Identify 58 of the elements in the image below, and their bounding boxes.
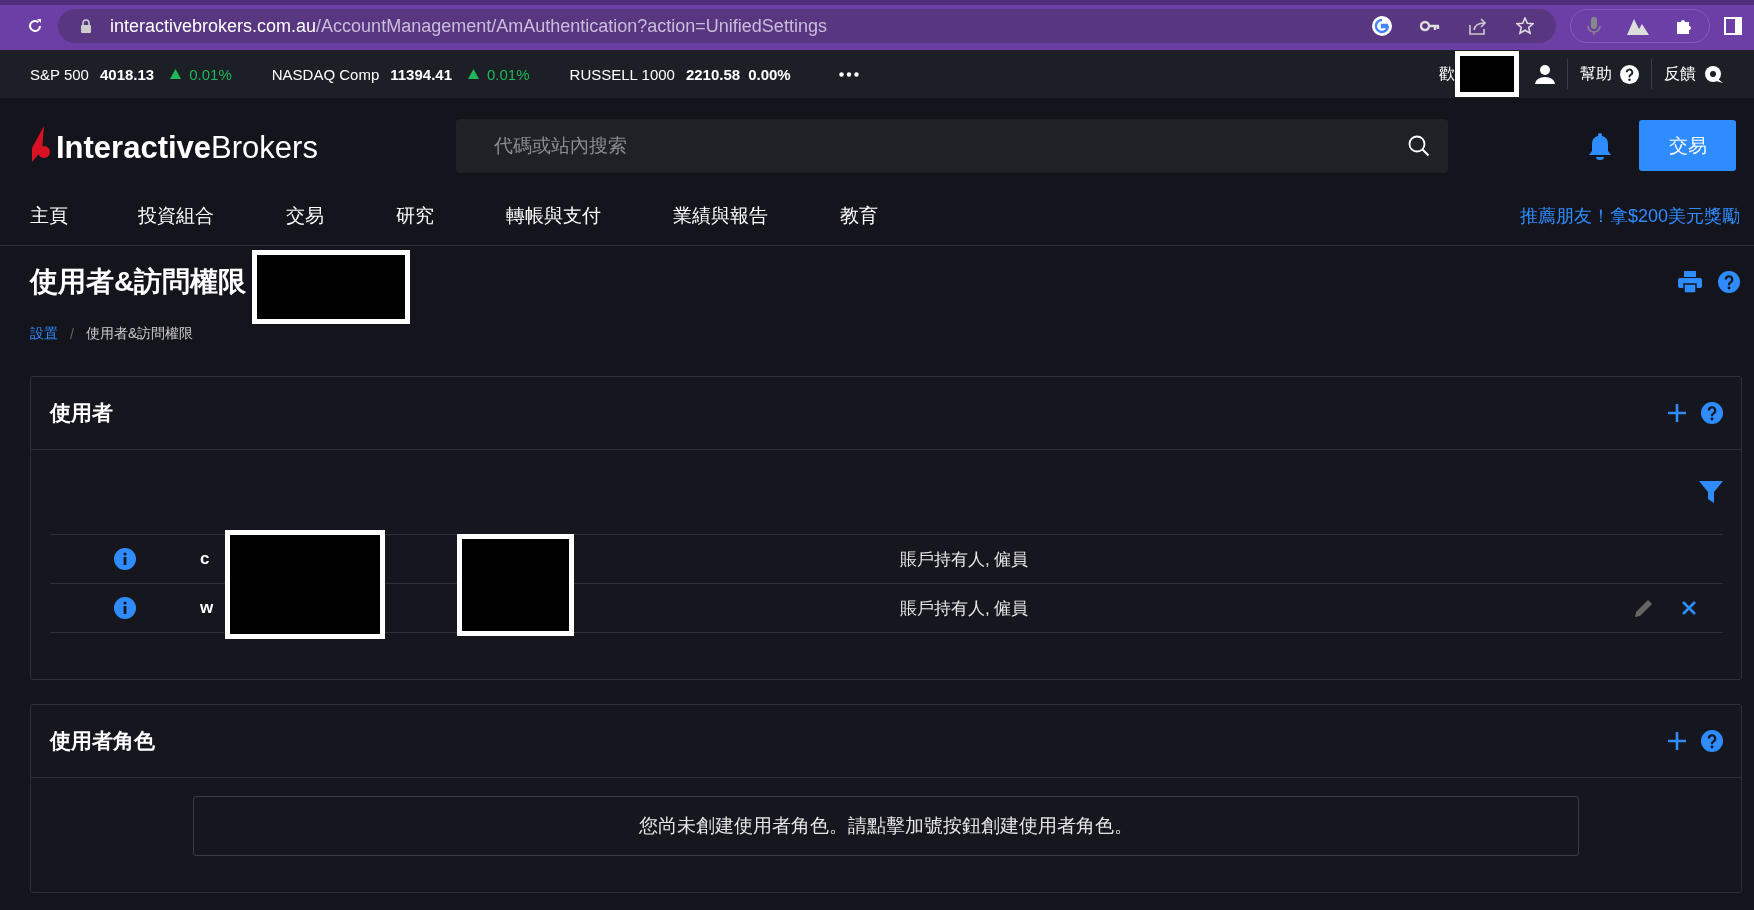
breadcrumb-item[interactable]: 設置 (30, 325, 58, 343)
key-icon[interactable] (1420, 20, 1440, 32)
user-roles: 賬戶持有人, 僱員 (900, 549, 1029, 569)
breadcrumb-item: 使用者&訪問權限 (85, 325, 194, 343)
index-name: S&P 500 (30, 65, 89, 83)
puzzle-icon[interactable] (1675, 17, 1693, 35)
nav-item[interactable]: 業績與報告 (673, 203, 768, 229)
add-icon[interactable] (1667, 731, 1687, 751)
nav-item[interactable]: 教育 (840, 203, 878, 229)
close-icon[interactable] (1681, 600, 1697, 616)
search-field[interactable]: 代碼或站內搜索 (456, 118, 1448, 173)
nav-item[interactable]: 交易 (286, 203, 324, 229)
panel-title: 使用者角色 (50, 728, 155, 754)
search-icon[interactable] (1408, 134, 1430, 157)
referral-link[interactable]: 推薦朋友！拿$200美元獎勵 (1519, 204, 1740, 228)
index-name: NASDAQ Comp (271, 65, 380, 83)
address-bar[interactable]: interactivebrokers.com.au/AccountManagement/AmAuthentication?action=UnifiedSettings (58, 9, 1556, 43)
nav-item[interactable]: 研究 (396, 203, 434, 229)
empty-message: 您尚未創建使用者角色。請點擊加號按鈕創建使用者角色。 (193, 796, 1579, 856)
index-value: 4018.13 (99, 65, 155, 83)
filter-icon[interactable] (1699, 481, 1723, 503)
logo[interactable]: InteractiveBrokers (30, 125, 430, 166)
user-icon[interactable] (1535, 64, 1555, 84)
user-name: c (200, 549, 210, 568)
panel-title: 使用者 (50, 400, 113, 426)
index-change: 0.01% (189, 65, 232, 83)
g-logo-icon[interactable] (1372, 16, 1392, 36)
info-icon[interactable] (114, 597, 136, 619)
index-change: 0.01% (487, 65, 530, 83)
add-icon[interactable] (1667, 403, 1687, 423)
reload-icon[interactable] (26, 17, 44, 35)
index-change: 0.00% (748, 65, 791, 83)
mountain-icon[interactable] (1627, 17, 1649, 35)
index-value: 2210.58 (685, 65, 741, 83)
help-icon[interactable] (1620, 64, 1639, 84)
printer-icon[interactable] (1678, 271, 1702, 293)
user-name: w (200, 598, 214, 617)
bell-icon[interactable] (1587, 131, 1613, 160)
star-icon[interactable] (1516, 17, 1534, 35)
welcome-text: 歡 (1439, 63, 1455, 84)
info-icon[interactable] (114, 548, 136, 570)
share-icon[interactable] (1468, 17, 1488, 35)
nav-item[interactable]: 轉帳與支付 (506, 203, 601, 229)
page-title: 使用者&訪問權限 (30, 265, 247, 299)
user-roles: 賬戶持有人, 僱員 (900, 598, 1029, 618)
index-value: 11394.41 (390, 65, 452, 83)
nav-item[interactable]: 主頁 (30, 203, 68, 229)
sidebar-icon[interactable] (1724, 17, 1742, 35)
redaction-box (1455, 51, 1519, 97)
more-icon[interactable] (838, 71, 859, 77)
chat-bubble-icon[interactable] (1704, 64, 1724, 84)
help-link[interactable]: 幫助 (1580, 63, 1612, 85)
breadcrumb-separator: / (70, 326, 74, 342)
lock-icon (80, 19, 92, 33)
pencil-icon[interactable] (1633, 597, 1655, 619)
feedback-link[interactable]: 反饋 (1664, 63, 1696, 85)
nav-item[interactable]: 投資組合 (138, 203, 214, 229)
index-name: RUSSELL 1000 (569, 65, 675, 83)
